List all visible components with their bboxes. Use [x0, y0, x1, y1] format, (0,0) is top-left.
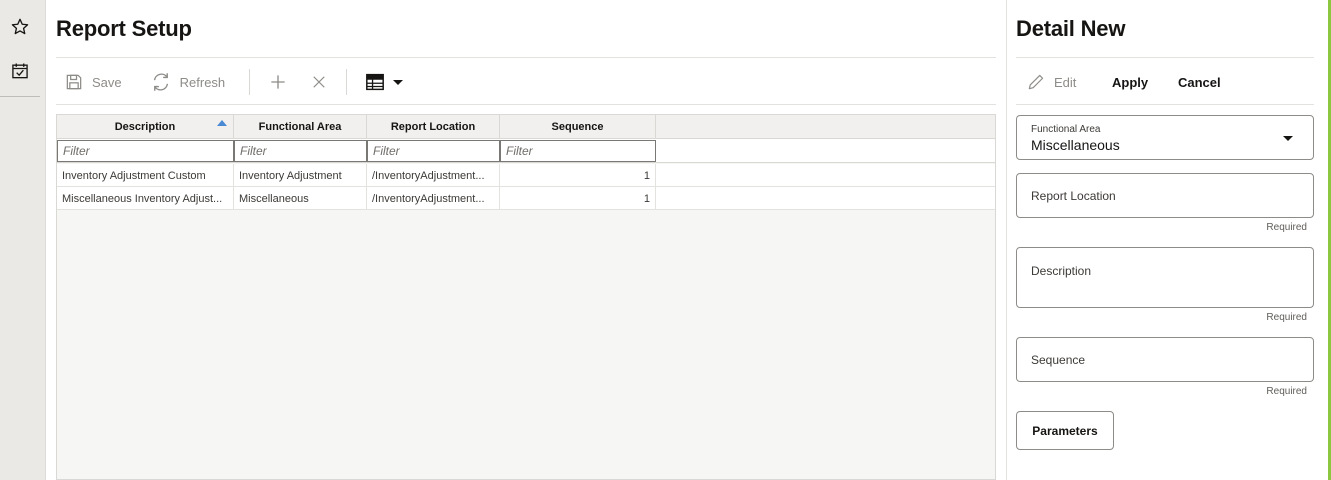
refresh-label: Refresh	[179, 74, 226, 90]
add-button[interactable]	[268, 72, 288, 92]
parameters-button[interactable]: Parameters	[1016, 411, 1114, 450]
column-header-report-location[interactable]: Report Location	[367, 115, 500, 139]
table-row[interactable]: Inventory Adjustment Custom Inventory Ad…	[57, 164, 995, 187]
apply-button[interactable]: Apply	[1112, 72, 1148, 92]
cell-sequence: 1	[500, 164, 656, 187]
column-header-sequence[interactable]: Sequence	[500, 115, 656, 139]
title-divider	[56, 57, 996, 58]
save-button[interactable]: Save	[64, 72, 122, 92]
detail-toolbar-divider	[1016, 104, 1314, 105]
save-label: Save	[92, 74, 122, 90]
filter-report-location-input[interactable]: Filter	[367, 140, 500, 162]
column-header-label: Report Location	[390, 121, 476, 133]
cell-description: Miscellaneous Inventory Adjust...	[57, 187, 234, 210]
column-header-label: Functional Area	[258, 121, 342, 133]
required-hint: Required	[1266, 386, 1307, 397]
filter-row: Filter Filter Filter Filter	[57, 139, 995, 163]
cell-sequence: 1	[500, 187, 656, 210]
cell-functional-area: Inventory Adjustment	[234, 164, 367, 187]
edit-label: Edit	[1054, 74, 1077, 90]
filter-description-input[interactable]: Filter	[57, 140, 234, 162]
description-label: Description	[1031, 264, 1092, 278]
cancel-label: Cancel	[1178, 74, 1221, 90]
functional-area-select[interactable]: Functional Area Miscellaneous	[1016, 115, 1314, 160]
filter-sequence-input[interactable]: Filter	[500, 140, 656, 162]
calendar-check-icon	[12, 63, 28, 79]
cell-functional-area: Miscellaneous	[234, 187, 367, 210]
column-header-label: Sequence	[551, 121, 604, 133]
star-outline-icon	[11, 18, 29, 35]
table-row[interactable]: Miscellaneous Inventory Adjust... Miscel…	[57, 187, 995, 210]
detail-panel: Detail New Edit Apply Cancel Functional …	[1006, 0, 1324, 480]
sequence-label: Sequence	[1031, 353, 1086, 367]
filter-functional-area-input[interactable]: Filter	[234, 140, 367, 162]
apply-label: Apply	[1112, 74, 1149, 90]
main-panel: Report Setup Save Refresh Description Fu…	[56, 0, 996, 480]
column-header-description[interactable]: Description	[57, 115, 234, 139]
toolbar-divider	[249, 69, 251, 95]
required-hint: Required	[1266, 222, 1307, 233]
functional-area-value: Miscellaneous	[1031, 137, 1120, 153]
report-location-field[interactable]: Report Location	[1016, 173, 1314, 218]
pencil-icon	[1028, 74, 1044, 90]
detail-title: Detail New	[1016, 16, 1126, 41]
report-grid: Description Functional Area Report Locat…	[56, 114, 996, 480]
save-icon	[64, 72, 84, 92]
page-title: Report Setup	[56, 16, 192, 41]
plus-icon	[271, 75, 285, 89]
caret-down-icon	[1283, 136, 1293, 141]
rail-divider	[0, 96, 40, 97]
functional-area-label: Functional Area	[1031, 124, 1101, 135]
refresh-icon	[150, 71, 172, 93]
required-hint: Required	[1266, 312, 1307, 323]
sequence-field[interactable]: Sequence	[1016, 337, 1314, 382]
sort-ascending-icon	[217, 120, 227, 126]
refresh-button[interactable]: Refresh	[150, 71, 226, 93]
detail-title-divider	[1016, 57, 1314, 58]
description-field[interactable]: Description	[1016, 247, 1314, 308]
cell-report-location: /InventoryAdjustment...	[367, 164, 500, 187]
left-rail	[0, 0, 46, 480]
view-menu-button[interactable]	[365, 73, 404, 91]
caret-down-icon	[393, 80, 404, 85]
grid-header: Description Functional Area Report Locat…	[57, 115, 995, 139]
table-grid-icon	[366, 73, 385, 91]
close-icon	[313, 76, 325, 88]
cell-report-location: /InventoryAdjustment...	[367, 187, 500, 210]
toolbar: Save Refresh	[64, 68, 425, 96]
report-location-label: Report Location	[1031, 189, 1116, 203]
toolbar-bottom-divider	[56, 104, 996, 105]
tasks-button[interactable]	[7, 58, 33, 84]
toolbar-divider	[346, 69, 348, 95]
cancel-button[interactable]: Cancel	[1178, 72, 1221, 92]
delete-button[interactable]	[310, 73, 328, 91]
cell-description: Inventory Adjustment Custom	[57, 164, 234, 187]
favorites-button[interactable]	[7, 14, 33, 40]
column-header-functional-area[interactable]: Functional Area	[234, 115, 367, 139]
column-header-label: Description	[114, 121, 176, 133]
edit-button[interactable]: Edit	[1026, 72, 1076, 92]
